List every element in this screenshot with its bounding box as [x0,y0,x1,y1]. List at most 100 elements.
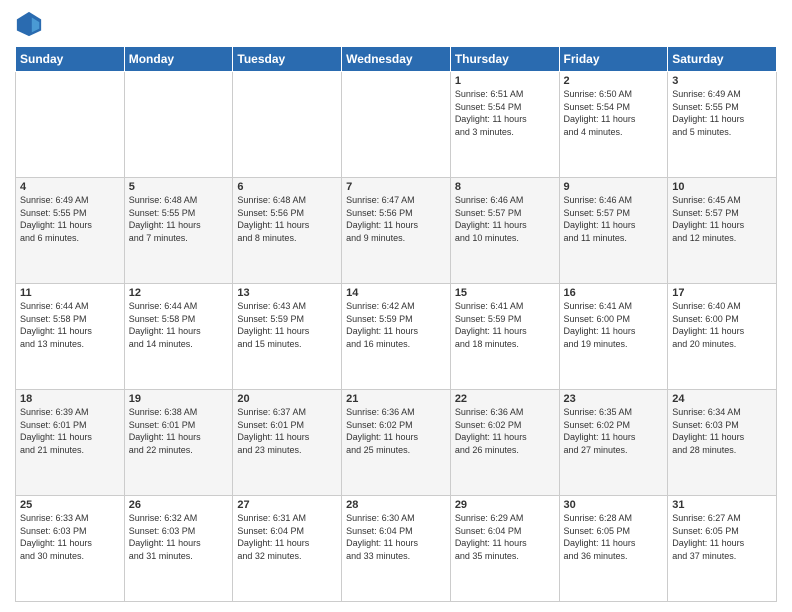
day-cell: 3Sunrise: 6:49 AM Sunset: 5:55 PM Daylig… [668,72,777,178]
day-cell: 16Sunrise: 6:41 AM Sunset: 6:00 PM Dayli… [559,284,668,390]
page: SundayMondayTuesdayWednesdayThursdayFrid… [0,0,792,612]
day-detail: Sunrise: 6:51 AM Sunset: 5:54 PM Dayligh… [455,88,555,138]
day-detail: Sunrise: 6:44 AM Sunset: 5:58 PM Dayligh… [129,300,229,350]
day-cell: 6Sunrise: 6:48 AM Sunset: 5:56 PM Daylig… [233,178,342,284]
day-number: 2 [564,75,664,87]
header [15,10,777,38]
day-number: 26 [129,499,229,511]
day-cell: 10Sunrise: 6:45 AM Sunset: 5:57 PM Dayli… [668,178,777,284]
day-cell: 26Sunrise: 6:32 AM Sunset: 6:03 PM Dayli… [124,496,233,602]
day-cell [16,72,125,178]
day-cell: 24Sunrise: 6:34 AM Sunset: 6:03 PM Dayli… [668,390,777,496]
day-number: 9 [564,181,664,193]
day-cell: 2Sunrise: 6:50 AM Sunset: 5:54 PM Daylig… [559,72,668,178]
day-detail: Sunrise: 6:39 AM Sunset: 6:01 PM Dayligh… [20,406,120,456]
day-cell: 29Sunrise: 6:29 AM Sunset: 6:04 PM Dayli… [450,496,559,602]
day-cell: 20Sunrise: 6:37 AM Sunset: 6:01 PM Dayli… [233,390,342,496]
day-number: 7 [346,181,446,193]
week-row-1: 1Sunrise: 6:51 AM Sunset: 5:54 PM Daylig… [16,72,777,178]
day-detail: Sunrise: 6:49 AM Sunset: 5:55 PM Dayligh… [672,88,772,138]
week-row-3: 11Sunrise: 6:44 AM Sunset: 5:58 PM Dayli… [16,284,777,390]
week-row-2: 4Sunrise: 6:49 AM Sunset: 5:55 PM Daylig… [16,178,777,284]
day-cell: 5Sunrise: 6:48 AM Sunset: 5:55 PM Daylig… [124,178,233,284]
weekday-header-thursday: Thursday [450,47,559,72]
day-number: 21 [346,393,446,405]
day-detail: Sunrise: 6:49 AM Sunset: 5:55 PM Dayligh… [20,194,120,244]
day-detail: Sunrise: 6:34 AM Sunset: 6:03 PM Dayligh… [672,406,772,456]
day-detail: Sunrise: 6:40 AM Sunset: 6:00 PM Dayligh… [672,300,772,350]
day-cell [233,72,342,178]
day-detail: Sunrise: 6:36 AM Sunset: 6:02 PM Dayligh… [346,406,446,456]
day-detail: Sunrise: 6:46 AM Sunset: 5:57 PM Dayligh… [564,194,664,244]
weekday-header-row: SundayMondayTuesdayWednesdayThursdayFrid… [16,47,777,72]
day-detail: Sunrise: 6:35 AM Sunset: 6:02 PM Dayligh… [564,406,664,456]
day-cell: 17Sunrise: 6:40 AM Sunset: 6:00 PM Dayli… [668,284,777,390]
day-detail: Sunrise: 6:28 AM Sunset: 6:05 PM Dayligh… [564,512,664,562]
day-number: 10 [672,181,772,193]
logo-icon [15,10,43,38]
day-number: 18 [20,393,120,405]
day-number: 23 [564,393,664,405]
day-cell: 15Sunrise: 6:41 AM Sunset: 5:59 PM Dayli… [450,284,559,390]
day-detail: Sunrise: 6:42 AM Sunset: 5:59 PM Dayligh… [346,300,446,350]
day-cell: 14Sunrise: 6:42 AM Sunset: 5:59 PM Dayli… [342,284,451,390]
calendar-table: SundayMondayTuesdayWednesdayThursdayFrid… [15,46,777,602]
week-row-4: 18Sunrise: 6:39 AM Sunset: 6:01 PM Dayli… [16,390,777,496]
day-detail: Sunrise: 6:48 AM Sunset: 5:55 PM Dayligh… [129,194,229,244]
day-number: 25 [20,499,120,511]
day-number: 20 [237,393,337,405]
day-detail: Sunrise: 6:38 AM Sunset: 6:01 PM Dayligh… [129,406,229,456]
weekday-header-wednesday: Wednesday [342,47,451,72]
day-cell: 19Sunrise: 6:38 AM Sunset: 6:01 PM Dayli… [124,390,233,496]
day-detail: Sunrise: 6:47 AM Sunset: 5:56 PM Dayligh… [346,194,446,244]
day-cell: 31Sunrise: 6:27 AM Sunset: 6:05 PM Dayli… [668,496,777,602]
day-detail: Sunrise: 6:46 AM Sunset: 5:57 PM Dayligh… [455,194,555,244]
day-detail: Sunrise: 6:48 AM Sunset: 5:56 PM Dayligh… [237,194,337,244]
day-detail: Sunrise: 6:27 AM Sunset: 6:05 PM Dayligh… [672,512,772,562]
day-number: 15 [455,287,555,299]
weekday-header-saturday: Saturday [668,47,777,72]
weekday-header-sunday: Sunday [16,47,125,72]
day-number: 11 [20,287,120,299]
day-detail: Sunrise: 6:50 AM Sunset: 5:54 PM Dayligh… [564,88,664,138]
day-cell: 27Sunrise: 6:31 AM Sunset: 6:04 PM Dayli… [233,496,342,602]
day-detail: Sunrise: 6:37 AM Sunset: 6:01 PM Dayligh… [237,406,337,456]
day-detail: Sunrise: 6:43 AM Sunset: 5:59 PM Dayligh… [237,300,337,350]
day-number: 13 [237,287,337,299]
day-cell: 22Sunrise: 6:36 AM Sunset: 6:02 PM Dayli… [450,390,559,496]
day-cell: 8Sunrise: 6:46 AM Sunset: 5:57 PM Daylig… [450,178,559,284]
day-cell [124,72,233,178]
weekday-header-friday: Friday [559,47,668,72]
day-number: 29 [455,499,555,511]
day-number: 27 [237,499,337,511]
day-detail: Sunrise: 6:36 AM Sunset: 6:02 PM Dayligh… [455,406,555,456]
day-number: 30 [564,499,664,511]
day-number: 14 [346,287,446,299]
day-cell: 11Sunrise: 6:44 AM Sunset: 5:58 PM Dayli… [16,284,125,390]
day-cell: 7Sunrise: 6:47 AM Sunset: 5:56 PM Daylig… [342,178,451,284]
day-number: 6 [237,181,337,193]
day-detail: Sunrise: 6:31 AM Sunset: 6:04 PM Dayligh… [237,512,337,562]
day-number: 22 [455,393,555,405]
day-number: 8 [455,181,555,193]
day-number: 4 [20,181,120,193]
day-cell: 21Sunrise: 6:36 AM Sunset: 6:02 PM Dayli… [342,390,451,496]
day-cell: 18Sunrise: 6:39 AM Sunset: 6:01 PM Dayli… [16,390,125,496]
day-detail: Sunrise: 6:44 AM Sunset: 5:58 PM Dayligh… [20,300,120,350]
day-cell: 1Sunrise: 6:51 AM Sunset: 5:54 PM Daylig… [450,72,559,178]
day-cell: 28Sunrise: 6:30 AM Sunset: 6:04 PM Dayli… [342,496,451,602]
day-detail: Sunrise: 6:33 AM Sunset: 6:03 PM Dayligh… [20,512,120,562]
day-number: 19 [129,393,229,405]
day-cell: 9Sunrise: 6:46 AM Sunset: 5:57 PM Daylig… [559,178,668,284]
logo [15,10,47,38]
day-detail: Sunrise: 6:30 AM Sunset: 6:04 PM Dayligh… [346,512,446,562]
week-row-5: 25Sunrise: 6:33 AM Sunset: 6:03 PM Dayli… [16,496,777,602]
day-number: 3 [672,75,772,87]
day-number: 12 [129,287,229,299]
day-cell: 30Sunrise: 6:28 AM Sunset: 6:05 PM Dayli… [559,496,668,602]
day-detail: Sunrise: 6:45 AM Sunset: 5:57 PM Dayligh… [672,194,772,244]
day-number: 24 [672,393,772,405]
weekday-header-tuesday: Tuesday [233,47,342,72]
day-cell: 13Sunrise: 6:43 AM Sunset: 5:59 PM Dayli… [233,284,342,390]
day-detail: Sunrise: 6:41 AM Sunset: 5:59 PM Dayligh… [455,300,555,350]
